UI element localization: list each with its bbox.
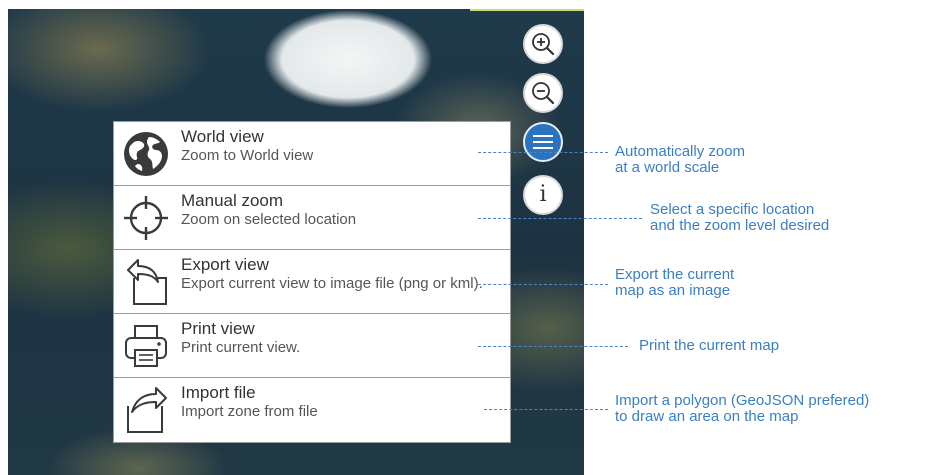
globe-icon <box>124 132 168 176</box>
export-icon <box>127 259 167 305</box>
annotation-line: and the zoom level desired <box>650 217 830 234</box>
zoom-out-icon <box>532 82 555 105</box>
menu-item-description: Zoom on selected location <box>181 211 357 228</box>
annotation-leader-line <box>478 152 608 153</box>
menu-item-title: World view <box>181 127 264 146</box>
annotation-import-file: Import a polygon (GeoJSON prefered) to d… <box>615 393 869 425</box>
menu-item-export-view[interactable]: Export view Export current view to image… <box>114 250 510 314</box>
annotation-line: Export the current <box>615 266 735 283</box>
zoom-in-button[interactable] <box>523 24 563 64</box>
menu-item-description: Export current view to image file (png o… <box>181 275 483 292</box>
hamburger-menu-icon <box>533 135 553 149</box>
annotation-leader-line <box>478 218 642 219</box>
annotation-leader-line <box>478 346 628 347</box>
menu-item-manual-zoom[interactable]: Manual zoom Zoom on selected location <box>114 186 510 250</box>
menu-item-title: Export view <box>181 255 269 274</box>
annotation-print-view: Print the current map <box>639 338 779 354</box>
menu-item-title: Import file <box>181 383 256 402</box>
annotation-line: map as an image <box>615 282 731 299</box>
menu-button[interactable] <box>523 122 563 162</box>
menu-item-world-view[interactable]: World view Zoom to World view <box>114 122 510 186</box>
menu-item-title: Print view <box>181 319 255 338</box>
map-top-accent <box>470 9 584 11</box>
annotation-export-view: Export the current map as an image <box>615 267 734 299</box>
zoom-out-button[interactable] <box>523 73 563 113</box>
annotation-manual-zoom: Select a specific location and the zoom … <box>650 202 829 234</box>
annotation-line: Automatically zoom <box>615 143 746 160</box>
menu-item-print-view[interactable]: Print view Print current view. <box>114 314 510 378</box>
printer-icon <box>125 325 167 367</box>
menu-item-title: Manual zoom <box>181 191 284 210</box>
info-button[interactable]: i <box>523 175 563 215</box>
map-tools-menu: World view Zoom to World view Manual zoo… <box>113 121 511 443</box>
annotation-line: at a world scale <box>615 159 720 176</box>
annotation-line: to draw an area on the map <box>615 408 799 425</box>
import-icon <box>127 387 167 433</box>
annotation-line: Select a specific location <box>650 201 815 218</box>
menu-item-description: Import zone from file <box>181 403 318 420</box>
annotation-line: Import a polygon (GeoJSON prefered) <box>615 392 870 409</box>
menu-item-description: Print current view. <box>181 339 301 356</box>
info-icon: i <box>539 182 547 207</box>
menu-item-import-file[interactable]: Import file Import zone from file <box>114 378 510 442</box>
annotation-leader-line <box>484 409 608 410</box>
zoom-in-icon <box>532 33 555 56</box>
crosshair-icon <box>124 196 168 240</box>
annotation-leader-line <box>478 284 608 285</box>
annotation-world-view: Automatically zoom at a world scale <box>615 144 745 176</box>
annotation-line: Print the current map <box>639 337 780 354</box>
menu-item-description: Zoom to World view <box>181 147 314 164</box>
